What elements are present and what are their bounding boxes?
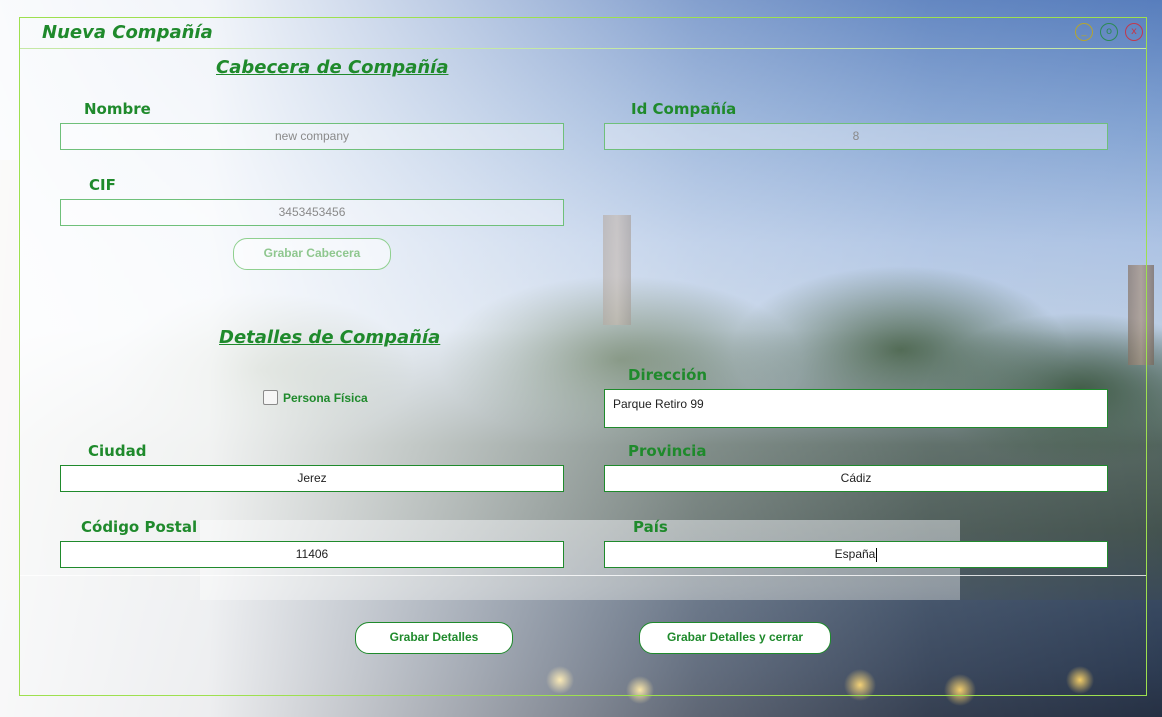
nombre-label: Nombre	[84, 100, 151, 118]
codigo-postal-label: Código Postal	[81, 518, 198, 536]
title-bar[interactable]: Nueva Compañía _ o x	[20, 18, 1146, 49]
cif-field[interactable]: 3453453456	[60, 199, 564, 226]
id-compania-label: Id Compañía	[631, 100, 737, 118]
provincia-label: Provincia	[628, 442, 707, 460]
pais-field[interactable]: España	[604, 541, 1108, 568]
persona-fisica-label: Persona Física	[283, 391, 368, 405]
codigo-postal-field[interactable]: 11406	[60, 541, 564, 568]
header-section-title: Cabecera de Compañía	[216, 57, 449, 78]
pais-label: País	[633, 518, 668, 536]
provincia-field[interactable]: Cádiz	[604, 465, 1108, 492]
details-section-title: Detalles de Compañía	[219, 327, 441, 348]
save-header-button[interactable]: Grabar Cabecera	[233, 238, 391, 270]
close-button[interactable]: x	[1125, 23, 1143, 41]
id-compania-field[interactable]: 8	[604, 123, 1108, 150]
save-details-button[interactable]: Grabar Detalles	[355, 622, 513, 654]
window-title: Nueva Compañía	[42, 22, 213, 43]
save-details-close-button[interactable]: Grabar Detalles y cerrar	[639, 622, 831, 654]
text-caret	[876, 547, 878, 562]
direccion-field[interactable]: Parque Retiro 99	[604, 389, 1108, 428]
company-window: Nueva Compañía _ o x Cabecera de Compañí…	[19, 17, 1147, 696]
minimize-button[interactable]: _	[1075, 23, 1093, 41]
direccion-label: Dirección	[628, 366, 708, 384]
maximize-button[interactable]: o	[1100, 23, 1118, 41]
nombre-field[interactable]: new company	[60, 123, 564, 150]
pais-value: España	[834, 547, 876, 561]
persona-fisica-checkbox[interactable]	[263, 390, 278, 405]
cif-label: CIF	[89, 176, 116, 194]
ciudad-label: Ciudad	[88, 442, 147, 460]
divider	[20, 575, 1146, 576]
ciudad-field[interactable]: Jerez	[60, 465, 564, 492]
